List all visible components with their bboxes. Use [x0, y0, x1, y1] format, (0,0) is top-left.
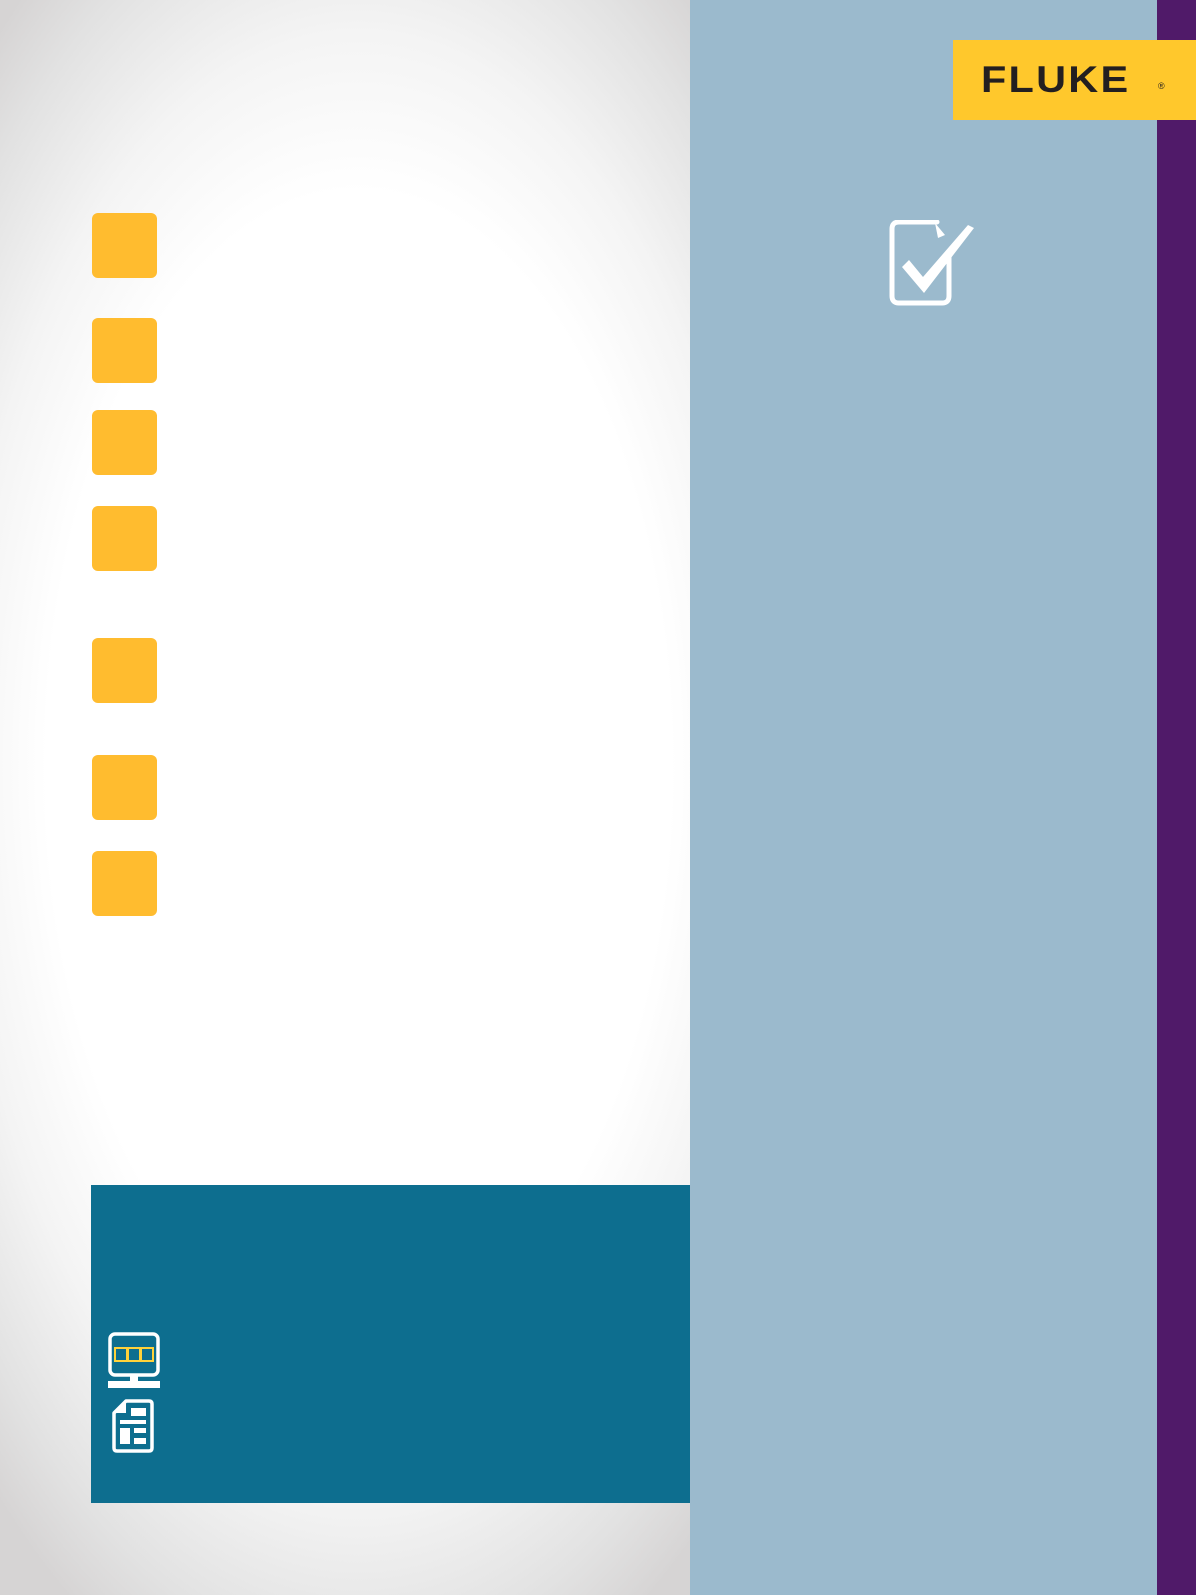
document-layout-icon: [112, 1399, 154, 1453]
fluke-logo: FLUKE ®: [953, 40, 1196, 120]
bullet-square-2: [92, 318, 157, 383]
resources-box: [91, 1185, 690, 1503]
bullet-square-1: [92, 213, 157, 278]
registered-mark: ®: [1158, 81, 1165, 91]
bullet-square-6: [92, 755, 157, 820]
bullet-square-7: [92, 851, 157, 916]
clipboard-check-icon: [889, 220, 974, 306]
page: FLUKE ®: [0, 0, 1196, 1595]
bullet-square-5: [92, 638, 157, 703]
monitor-video-icon: [108, 1332, 160, 1388]
purple-edge-strip: [1157, 0, 1196, 1595]
logo-wordmark: FLUKE: [981, 59, 1131, 100]
bullet-square-3: [92, 410, 157, 475]
bullet-square-4: [92, 506, 157, 571]
